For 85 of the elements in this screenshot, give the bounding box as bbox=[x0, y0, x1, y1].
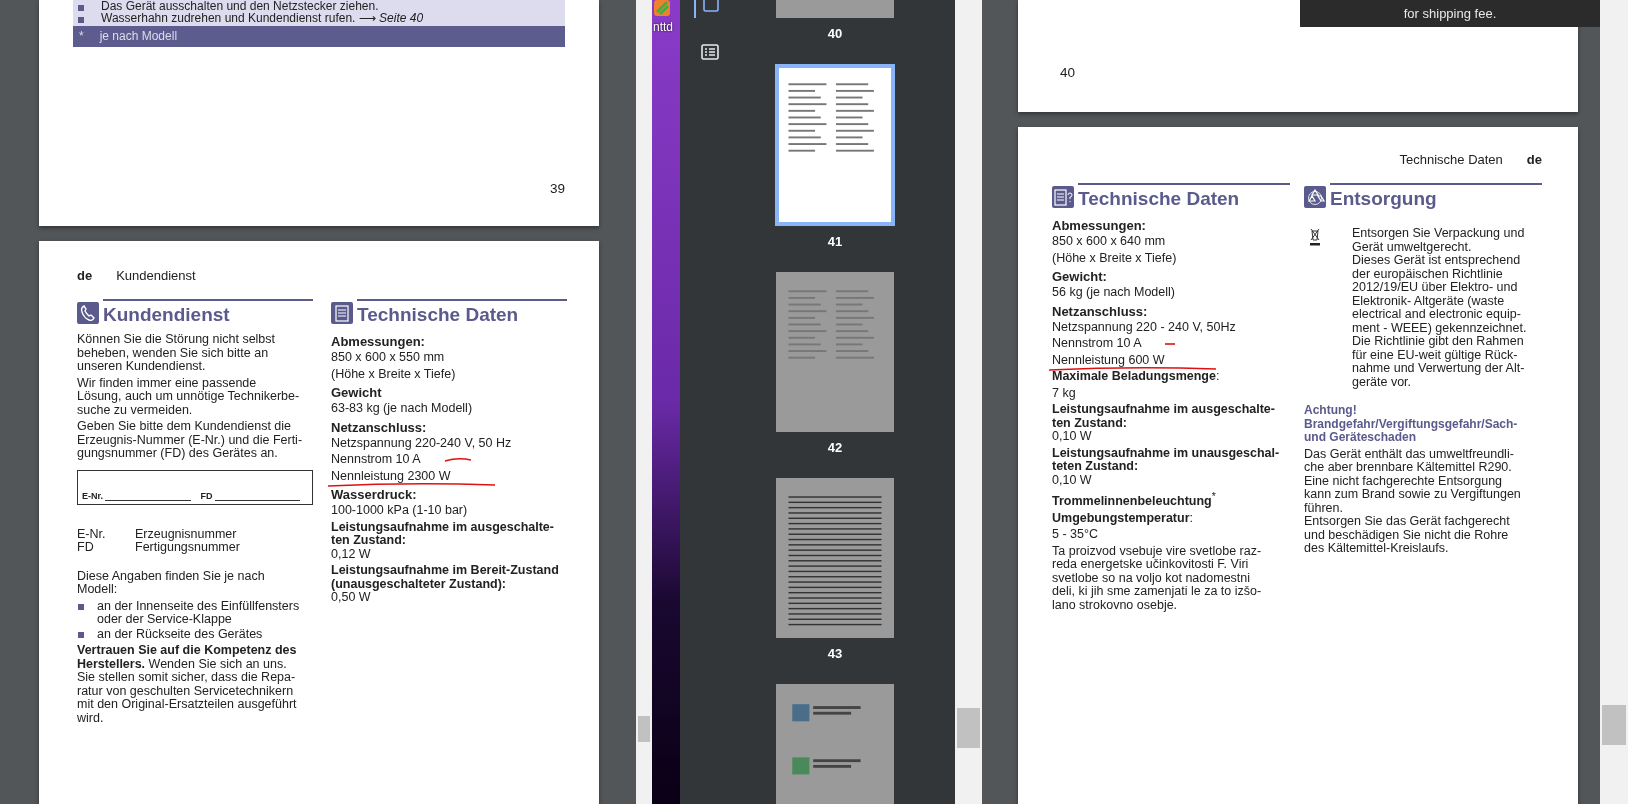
list-item: Das Gerät ausschalten und den Netzstecker ziehen. bbox=[101, 0, 379, 12]
bullet-icon bbox=[77, 602, 85, 611]
abbreviation: E-Nr. bbox=[77, 527, 107, 541]
spec-value: Nennleistung 600 W bbox=[1052, 353, 1165, 367]
field-label: FD bbox=[200, 491, 213, 501]
spec-value: 850 x 600 x 550 mm bbox=[331, 351, 446, 365]
paragraph: Diese Angaben finden Sie je nach Modell: bbox=[77, 569, 266, 597]
page-thumbnail[interactable] bbox=[776, 684, 894, 804]
abbreviation: FD bbox=[77, 541, 95, 555]
language-code: de bbox=[1526, 152, 1542, 167]
scrollbar-thumb[interactable] bbox=[638, 716, 650, 742]
paragraph: Entsorgen Sie Verpackung und Gerät umweltgerecht. Dieses Gerät ist entsprechend der europäischen Richtlinie 2012/19/EU über Elektro- und Elektronik- Altgeräte (waste electrical and electronic equip- ment - WEEE) gekennzeichnet. Die Richtlinie gibt den Rahmen für eine EU-weit gültige Rück- nahme und Verwertung der Alt- geräte vor. bbox=[1352, 227, 1527, 389]
phone-icon bbox=[77, 302, 99, 324]
spec-value: (Höhe x Breite x Tiefe) bbox=[331, 367, 457, 381]
paragraph: Leistungsaufnahme im Bereit-Zustand (unausgeschalteter Zustand): 0,50 W bbox=[331, 564, 560, 605]
bullet-icon bbox=[77, 15, 85, 24]
language-code: de bbox=[77, 268, 93, 283]
page-label: 43 bbox=[827, 646, 843, 661]
scrollbar[interactable] bbox=[636, 0, 652, 804]
paragraph: Umgebungstemperatur: bbox=[1052, 511, 1194, 526]
bullet-icon bbox=[77, 630, 85, 639]
paragraph: Können Sie die Störung nicht selbst beheben, wenden Sie sich bitte an unseren Kundendienst. bbox=[77, 333, 277, 374]
warning-heading: Achtung! Brandgefahr/Vergiftungsgefahr/Sach- und Geräteschaden bbox=[1304, 404, 1519, 445]
spec-value: 100-1000 kPa (1-10 bar) bbox=[331, 504, 469, 518]
paragraph: Leistungsaufnahme im unausgeschal- teten Zustand: 0,10 W bbox=[1052, 446, 1281, 487]
field-label: E-Nr. bbox=[82, 491, 103, 501]
paragraph: Ta proizvod vsebuje vire svetlobe raz- reda energetske učinkovitosti F. Viri svetlobe so na voljo kot nadomestni deli, ki jih sme zamenjati le za to izšo- lano strokovno osebje. bbox=[1052, 544, 1263, 613]
spec-label: Netzanschluss: bbox=[1052, 304, 1149, 318]
list-item: an der Rückseite des Gerätes bbox=[97, 627, 263, 641]
spec-value: Netzspannung 220-240 V, 50 Hz bbox=[331, 436, 513, 450]
page-label: 41 bbox=[827, 234, 843, 249]
page-number: 40 bbox=[1060, 65, 1077, 80]
spec-value: Nennstrom 10 A bbox=[331, 453, 421, 467]
page-thumbnail[interactable] bbox=[776, 478, 894, 638]
definition: Erzeugnisnummer bbox=[135, 527, 237, 541]
paragraph: Das Gerät enthält das umweltfreundli- che aber brennbare Kältemittel R290. Eine nicht fachgerechte Entsorgung kann zum Brand sowie zu Vergiftungen führen. Entsorgen Sie das Gerät fachgerecht und beschädigen Sie nicht die Rohre des Kältemittel-Kreislaufs. bbox=[1304, 447, 1522, 556]
scrollbar[interactable] bbox=[1600, 0, 1628, 804]
spec-value: 63-83 kg (je nach Modell) bbox=[331, 402, 474, 416]
paragraph: Trommelinnenbeleuchtung$^{*}$ bbox=[1052, 490, 1217, 509]
app-icon bbox=[652, 0, 672, 18]
paragraph: Maximale Beladungsmenge: bbox=[1052, 370, 1221, 384]
definition: Fertigungsnummer bbox=[135, 541, 241, 555]
recycling-icon bbox=[1304, 186, 1326, 208]
paragraph: Leistungsaufnahme im ausgeschalte- ten Zustand: 0,12 W bbox=[331, 520, 555, 561]
spec-value: Nennleistung 2300 W bbox=[331, 469, 451, 483]
desktop-icon-label: nttd bbox=[653, 20, 673, 34]
spec-value: (Höhe x Breite x Tiefe) bbox=[1052, 251, 1178, 265]
page-label: 42 bbox=[827, 440, 843, 455]
section-heading: Technische Daten bbox=[357, 299, 567, 324]
paragraph: Wir finden immer eine passende Lösung, auch um unnötige Technikerbe- suche zu vermeiden. bbox=[77, 376, 301, 417]
spec-label: Gewicht: bbox=[1052, 270, 1108, 283]
paragraph: Geben Sie bitte dem Kundendienst die Erzeugnis-Nummer (E-Nr.) und die Ferti- gungsnummer (FD) des Gerätes an. bbox=[77, 420, 304, 461]
toast-text: for shipping fee. bbox=[1403, 6, 1497, 21]
spec-label: Wasserdruck: bbox=[331, 488, 418, 501]
footnote-text: je nach Modell bbox=[99, 29, 178, 43]
section-heading: Entsorgung bbox=[1330, 183, 1542, 208]
page-label: 40 bbox=[827, 26, 843, 41]
running-header: Technische Daten bbox=[1399, 152, 1503, 167]
spec-label: Netzanschluss: bbox=[331, 420, 428, 434]
spec-value: 7 kg bbox=[1052, 386, 1077, 400]
page-number: 39 bbox=[549, 181, 565, 196]
spec-value: 56 kg (je nach Modell) bbox=[1052, 286, 1176, 300]
paragraph: Leistungsaufnahme im ausgeschalte- ten Zustand: 0,10 W bbox=[1052, 403, 1276, 444]
page-thumbnail[interactable] bbox=[775, 64, 895, 226]
running-header: Kundendienst bbox=[116, 268, 196, 283]
spec-label: Gewicht bbox=[331, 386, 383, 399]
scrollbar[interactable] bbox=[955, 0, 982, 804]
list-item: Wasserhahn zudrehen und Kundendienst rufen. ⟶ Seite 40 bbox=[101, 12, 424, 24]
bullet-icon bbox=[77, 3, 85, 12]
page-thumbnail[interactable] bbox=[776, 272, 894, 432]
spec-value: Nennstrom 10 A bbox=[1052, 337, 1142, 351]
crossed-bin-icon bbox=[1308, 227, 1322, 247]
section-heading: Technische Daten bbox=[1078, 183, 1290, 208]
spec-label: Abmessungen: bbox=[1052, 219, 1147, 232]
document-question-icon bbox=[1052, 186, 1074, 208]
spec-value: 850 x 600 x 640 mm bbox=[1052, 235, 1167, 249]
footnote-mark: * bbox=[79, 29, 84, 43]
spec-value: 5 - 35°C bbox=[1052, 528, 1099, 542]
scrollbar-thumb[interactable] bbox=[957, 708, 980, 748]
spec-value: Netzspannung 220 - 240 V, 50Hz bbox=[1052, 320, 1237, 334]
section-heading: Kundendienst bbox=[103, 299, 313, 324]
spec-label: Abmessungen: bbox=[331, 335, 426, 348]
scrollbar-thumb[interactable] bbox=[1602, 705, 1626, 745]
document-icon bbox=[331, 302, 353, 324]
paragraph: Vertrauen Sie auf die Kompetenz des Herstellers. Wenden Sie sich an uns. Sie stellen somit sicher, dass die Repa- ratur von geschulten Servicetechnikern mit den Original-Ersatzteilen ausgeführt wird. bbox=[77, 644, 298, 725]
